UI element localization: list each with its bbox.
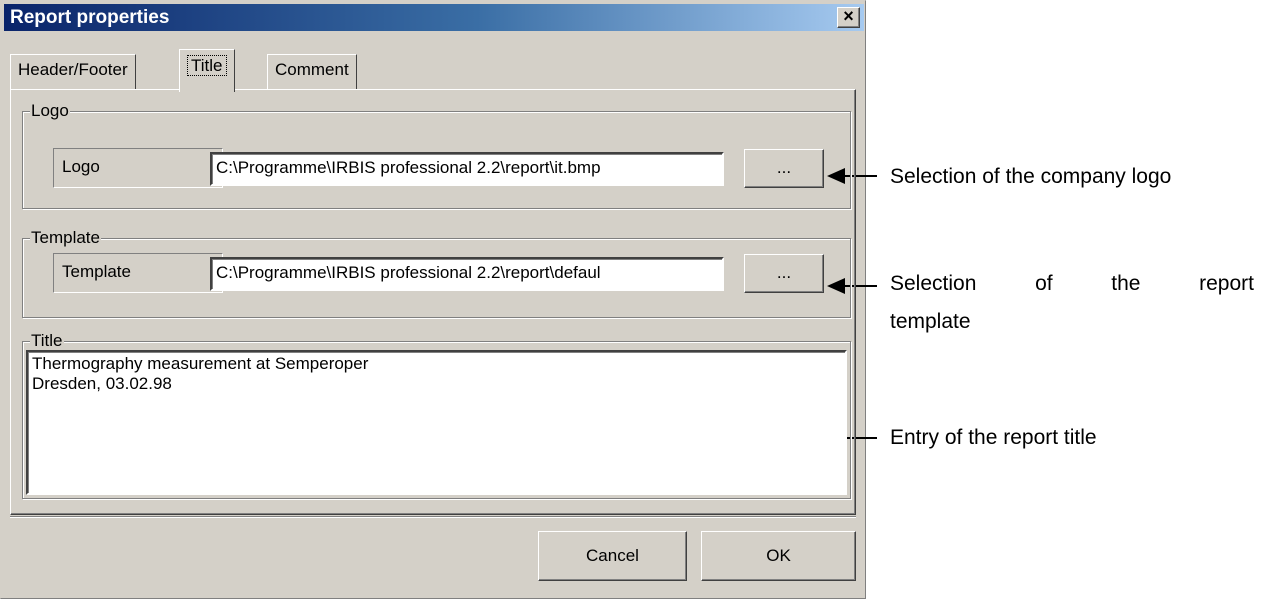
title-annotation: Entry of the report title [890, 426, 1097, 449]
report-title-textarea[interactable]: Thermography measurement at Semperoper D… [26, 350, 847, 495]
logo-group: Logo Logo C:\Programme\IRBIS professiona… [22, 101, 851, 209]
close-icon: × [843, 6, 854, 26]
tab-comment[interactable]: Comment [267, 54, 357, 90]
logo-group-legend: Logo [30, 101, 70, 121]
template-annotation-line-2: template [890, 310, 971, 333]
report-properties-dialog: Report properties × Header/Footer Title … [0, 0, 866, 599]
title-bar[interactable]: Report properties × [4, 4, 864, 31]
tab-header-footer[interactable]: Header/Footer [10, 54, 136, 90]
title-group-legend: Title [30, 331, 64, 351]
logo-label: Logo [53, 148, 223, 188]
logo-browse-button[interactable]: ... [744, 149, 824, 188]
tab-comment-label: Comment [275, 60, 349, 79]
template-annotation-line-1: Selection of the report [890, 272, 1254, 295]
ok-button[interactable]: OK [701, 531, 856, 581]
footer-divider [10, 516, 856, 518]
template-browse-button[interactable]: ... [744, 254, 824, 293]
title-group: Title Thermography measurement at Semper… [22, 331, 851, 499]
template-label: Template [53, 253, 223, 293]
template-group: Template Template C:\Programme\IRBIS pro… [22, 228, 851, 318]
tab-header-footer-label: Header/Footer [18, 60, 128, 79]
tab-title[interactable]: Title [179, 49, 235, 92]
logo-annotation: Selection of the company logo [890, 165, 1172, 188]
close-button[interactable]: × [837, 7, 860, 28]
template-group-legend: Template [30, 228, 101, 248]
logo-path-field[interactable]: C:\Programme\IRBIS professional 2.2\repo… [210, 152, 724, 186]
tab-panel: Logo Logo C:\Programme\IRBIS professiona… [10, 89, 856, 515]
window-title: Report properties [10, 7, 170, 28]
title-line-2: Dresden, 03.02.98 [32, 374, 172, 393]
tab-title-label: Title [187, 55, 227, 76]
title-line-1: Thermography measurement at Semperoper [32, 354, 369, 373]
template-path-field[interactable]: C:\Programme\IRBIS professional 2.2\repo… [210, 257, 724, 291]
cancel-button[interactable]: Cancel [538, 531, 687, 581]
